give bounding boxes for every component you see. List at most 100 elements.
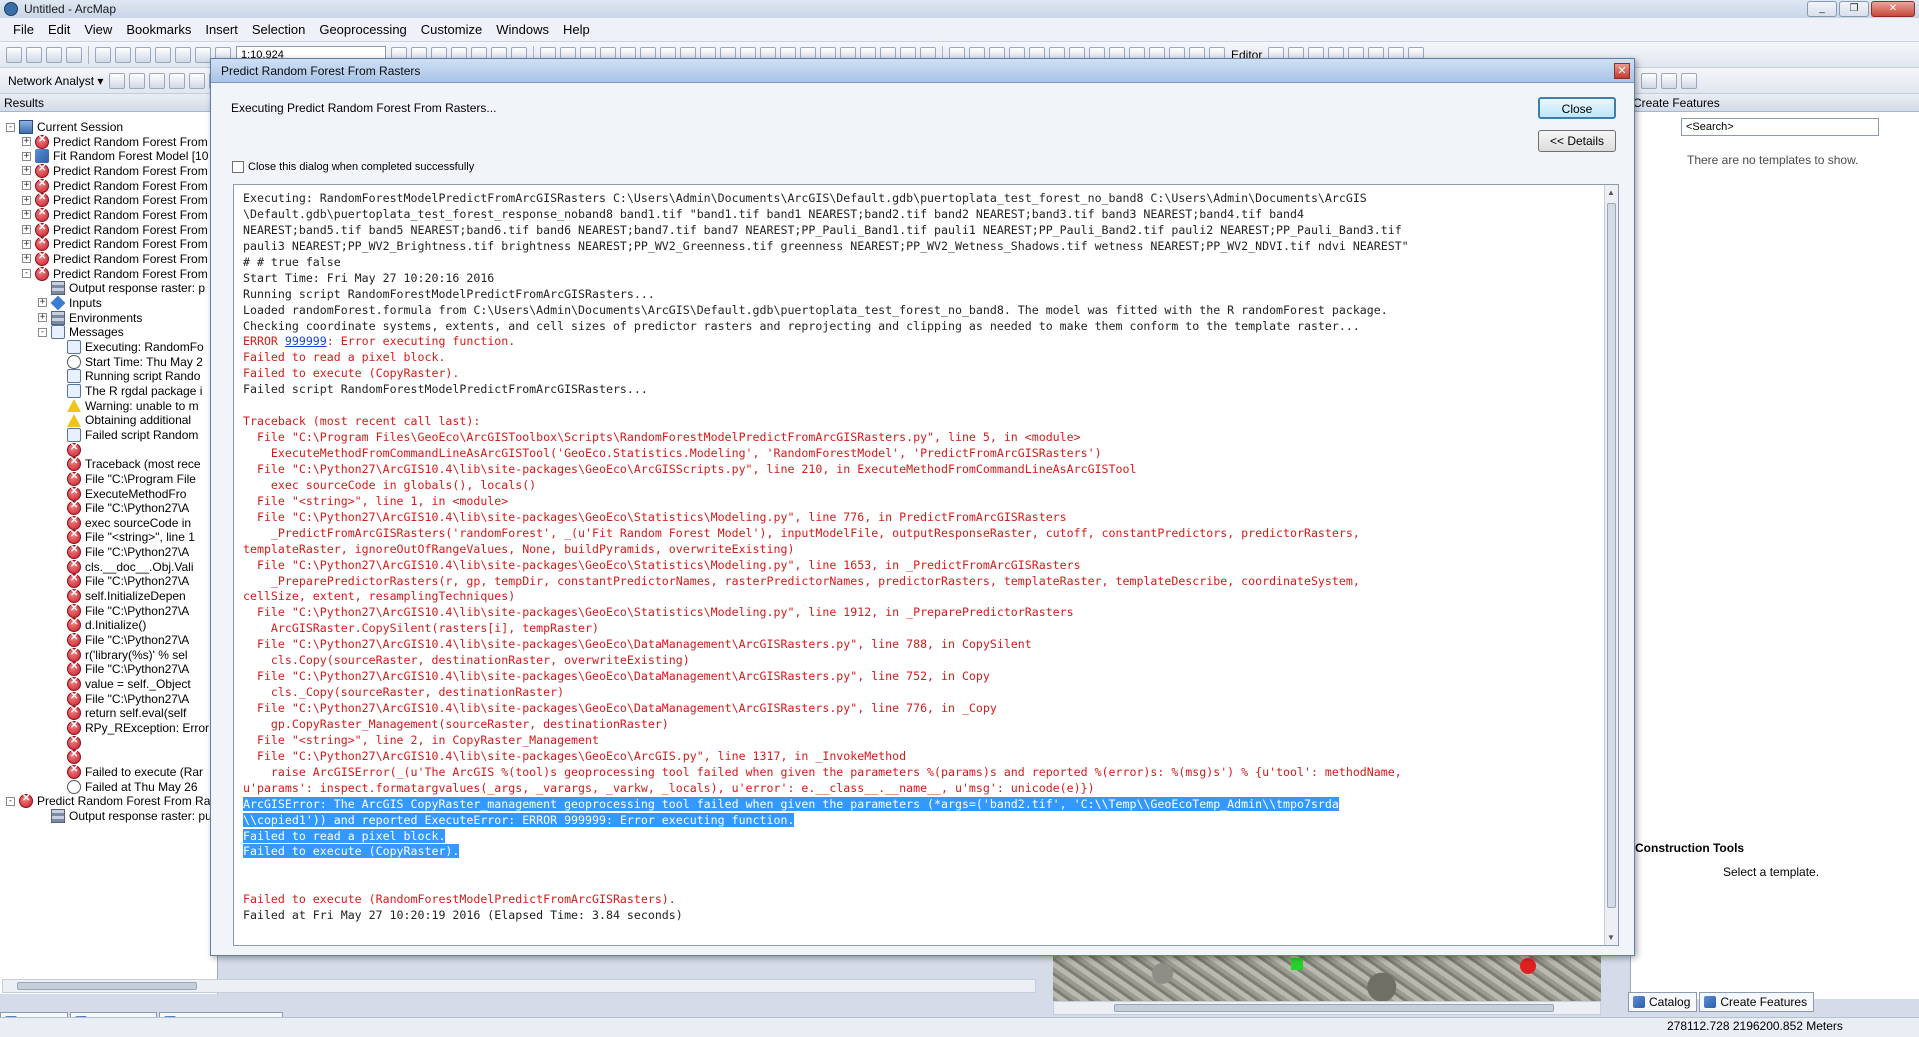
log-line: ArcGISRaster.CopySilent(rasters[i], temp… (243, 621, 599, 636)
line-color-icon[interactable] (1661, 72, 1677, 89)
scroll-up-icon[interactable]: ▲ (1607, 188, 1615, 197)
collapse-icon[interactable]: - (6, 122, 15, 132)
log-line: Failed to execute (RandomForestModelPred… (243, 892, 676, 907)
selected-text: \\copied1')) and reported ExecuteError: … (243, 812, 795, 827)
expand-icon[interactable]: + (38, 298, 47, 308)
expand-icon[interactable]: + (38, 313, 47, 323)
menu-geoprocessing[interactable]: Geoprocessing (312, 18, 413, 42)
menu-bookmarks[interactable]: Bookmarks (119, 18, 198, 42)
map-feature-red (1520, 958, 1536, 974)
construction-tools-header: Construction Tools (1635, 841, 1745, 855)
fill-color-icon[interactable] (1681, 72, 1697, 89)
message-log[interactable]: Executing: RandomForestModelPredictFromA… (233, 184, 1619, 946)
scroll-down-icon[interactable]: ▼ (1607, 933, 1615, 942)
expand-icon[interactable]: + (22, 239, 31, 249)
log-line: NEAREST;band5.tif band5 NEAREST;band6.ti… (243, 222, 1402, 237)
template-search-input[interactable]: <Search> (1681, 118, 1879, 136)
maximize-button[interactable]: ❐ (1839, 1, 1869, 17)
expand-icon[interactable]: + (22, 181, 31, 191)
collapse-icon[interactable]: - (38, 327, 47, 337)
log-line: File "<string>", line 2, in CopyRaster_M… (243, 732, 599, 747)
expand-icon[interactable]: + (22, 195, 31, 205)
minimize-button[interactable]: _ (1807, 1, 1837, 17)
close-button[interactable]: Close (1538, 97, 1616, 119)
log-line: _PredictFromArcGISRasters('randomForest'… (243, 525, 1360, 540)
log-line: u'params': inspect.formatargvalues(_args… (243, 780, 1095, 795)
message-log-scrollbar[interactable]: ▲ ▼ (1604, 185, 1618, 945)
pen-tool-icon[interactable] (1641, 72, 1657, 89)
redo-icon[interactable] (195, 46, 211, 63)
collapse-icon[interactable]: - (6, 796, 15, 806)
menu-help[interactable]: Help (556, 18, 597, 42)
menu-file[interactable]: File (6, 18, 41, 42)
solve-icon[interactable] (169, 72, 186, 89)
warning-icon (67, 413, 81, 427)
log-line: Start Time: Fri May 27 10:20:16 2016 (243, 270, 495, 285)
cut-icon[interactable] (95, 46, 111, 63)
details-button[interactable]: << Details (1538, 130, 1616, 152)
log-line: File "C:\Python27\ArcGIS10.4\lib\site-pa… (243, 605, 1074, 620)
directions-icon[interactable] (189, 72, 206, 89)
tree-node-label: Failed script Random (85, 427, 199, 442)
log-line: File "C:\Python27\ArcGIS10.4\lib\site-pa… (243, 461, 1137, 476)
copy-icon[interactable] (115, 46, 131, 63)
window-controls: _ ❐ ✕ (1807, 1, 1915, 17)
log-line: Failed script RandomForestModelPredictFr… (243, 382, 648, 397)
expand-icon[interactable]: + (22, 166, 31, 176)
menu-customize[interactable]: Customize (414, 18, 489, 42)
close-when-complete-checkbox[interactable] (232, 161, 244, 173)
expand-icon[interactable]: + (22, 254, 31, 264)
delete-icon[interactable] (155, 46, 171, 63)
map-coordinates: 278112.728 2196200.852 Meters (1667, 1019, 1843, 1033)
map-horizontal-scrollbar[interactable] (1053, 1001, 1601, 1015)
undo-icon[interactable] (175, 46, 191, 63)
log-line: ERROR 999999: Error executing function. (243, 334, 516, 349)
menu-insert[interactable]: Insert (198, 18, 245, 42)
expand-icon[interactable]: + (22, 225, 31, 235)
create-network-location-icon[interactable] (129, 72, 146, 89)
select-move-network-location-icon[interactable] (149, 72, 166, 89)
close-window-button[interactable]: ✕ (1871, 1, 1915, 17)
tab-catalog[interactable]: Catalog (1628, 992, 1698, 1012)
tab-create-features[interactable]: Create Features (1699, 992, 1815, 1012)
paste-icon[interactable] (135, 46, 151, 63)
print-icon[interactable] (66, 46, 82, 63)
dialog-close-icon[interactable]: ✕ (1614, 63, 1630, 79)
warning-icon (67, 399, 81, 413)
tab-label: Catalog (1649, 995, 1691, 1009)
raster-icon (51, 809, 65, 824)
expand-icon[interactable]: + (22, 210, 31, 220)
menu-view[interactable]: View (77, 18, 119, 42)
close-when-complete-label: Close this dialog when completed success… (248, 161, 475, 173)
new-route-icon[interactable] (109, 72, 126, 89)
log-line: Traceback (most recent call last): (243, 414, 481, 429)
arcmap-app-icon (4, 2, 18, 16)
scrollbar-thumb[interactable] (1114, 1004, 1554, 1012)
close-when-complete-row[interactable]: Close this dialog when completed success… (232, 161, 474, 173)
log-line: Failed to read a pixel block. (243, 828, 1603, 845)
scrollbar-thumb[interactable] (17, 982, 197, 990)
expand-icon[interactable]: + (22, 137, 31, 147)
create-features-header: Create Features (1631, 94, 1919, 112)
scrollbar-thumb[interactable] (1607, 203, 1616, 908)
tree-node[interactable]: Output response raster: puertoplata_fore… (38, 807, 216, 825)
right-panel-tabs: Catalog Create Features (1628, 992, 1816, 1012)
expand-icon[interactable]: + (22, 151, 31, 161)
new-icon[interactable] (6, 46, 22, 63)
log-line: Running script RandomForestModelPredictF… (243, 286, 655, 301)
open-icon[interactable] (26, 46, 42, 63)
menu-selection[interactable]: Selection (245, 18, 312, 42)
collapse-icon[interactable]: - (22, 269, 31, 279)
results-horizontal-scrollbar[interactable] (2, 979, 1036, 993)
error-code-link[interactable]: 999999 (285, 334, 327, 348)
menu-edit[interactable]: Edit (41, 18, 77, 42)
save-icon[interactable] (46, 46, 62, 63)
map-view[interactable] (1053, 955, 1601, 1001)
log-line: templateRaster, ignoreOutOfRangeValues, … (243, 541, 795, 556)
message-log-text: Executing: RandomForestModelPredictFromA… (243, 191, 1603, 924)
menu-windows[interactable]: Windows (489, 18, 556, 42)
log-line: File "<string>", line 1, in <module> (243, 493, 509, 508)
network-analyst-menu[interactable]: Network Analyst ▾ (4, 74, 107, 88)
